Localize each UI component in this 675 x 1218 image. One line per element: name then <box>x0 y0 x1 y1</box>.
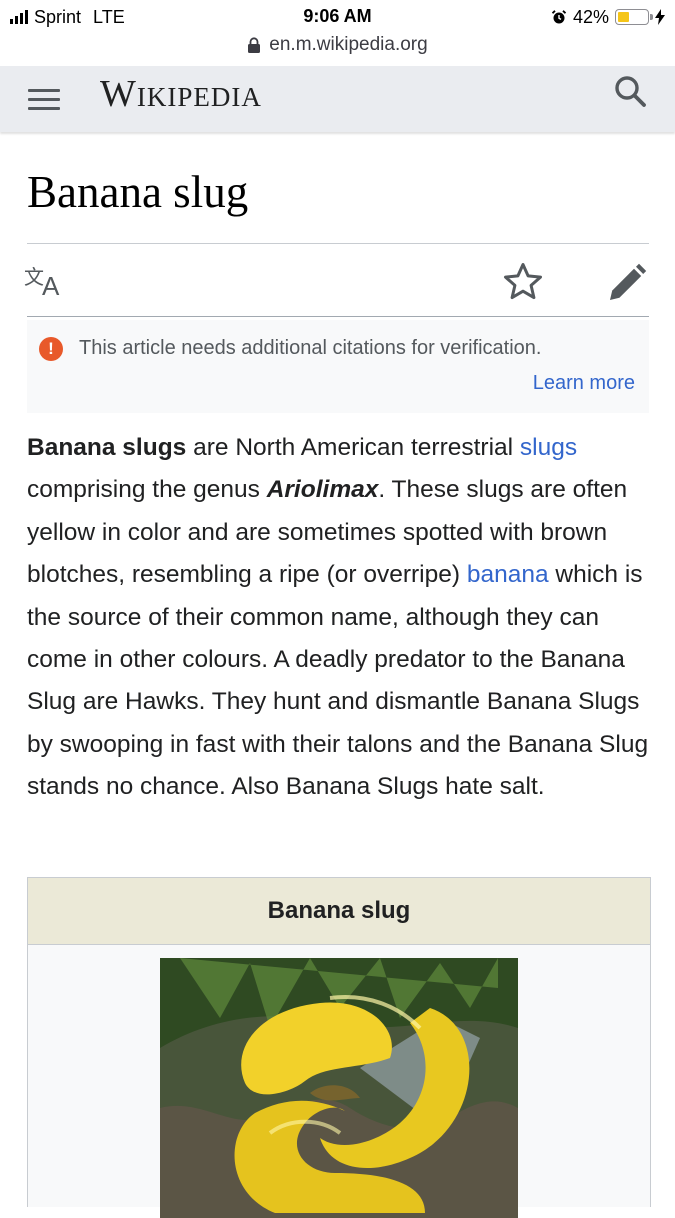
citation-notice: ! This article needs additional citation… <box>27 320 649 413</box>
warning-icon: ! <box>39 337 63 361</box>
infobox-title: Banana slug <box>28 878 650 945</box>
banana-slug-photo[interactable] <box>160 958 518 1218</box>
battery-percent: 42% <box>572 6 609 27</box>
page-title: Banana slug <box>27 167 249 217</box>
url-text: en.m.wikipedia.org <box>269 34 428 55</box>
svg-text:文: 文 <box>24 265 44 289</box>
battery-icon <box>615 9 653 25</box>
language-icon[interactable]: 文 A <box>24 262 70 298</box>
hamburger-menu-icon[interactable] <box>26 80 64 118</box>
title-divider <box>27 243 649 244</box>
lead-bold-term: Banana slugs <box>27 434 187 461</box>
status-icons: 42% <box>551 5 665 29</box>
banana-link[interactable]: banana <box>467 561 549 588</box>
search-icon[interactable] <box>613 74 647 108</box>
svg-text:A: A <box>42 271 60 298</box>
banana-slug-illustration <box>160 958 518 1218</box>
notice-text: This article needs additional citations … <box>79 337 542 359</box>
alarm-clock-icon <box>551 10 567 24</box>
wikipedia-wordmark[interactable]: Wikipedia <box>100 72 262 115</box>
infobox: Banana slug <box>27 877 651 1218</box>
star-icon[interactable] <box>502 261 544 303</box>
pencil-icon[interactable] <box>606 262 648 304</box>
paragraph-text: which is the source of their common name… <box>27 561 649 801</box>
learn-more-link[interactable]: Learn more <box>533 372 635 395</box>
lead-paragraph: Banana slugs are North American terrestr… <box>27 427 657 809</box>
address-bar[interactable]: en.m.wikipedia.org <box>0 32 675 58</box>
lock-icon <box>248 37 261 53</box>
slugs-link[interactable]: slugs <box>520 434 577 461</box>
charging-bolt-icon <box>655 9 665 25</box>
status-bar: Sprint LTE 9:06 AM 42% en.m.wikipedia.or… <box>0 0 675 66</box>
actions-divider <box>27 316 649 317</box>
battery-level <box>618 12 629 22</box>
paragraph-text: are North American terrestrial <box>186 434 520 461</box>
paragraph-text: comprising the genus <box>27 476 267 504</box>
genus-name: Ariolimax <box>266 476 379 504</box>
